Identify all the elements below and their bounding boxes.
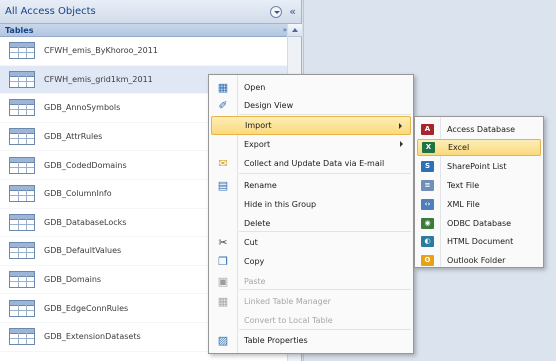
menu-item-delete[interactable]: Delete — [211, 214, 411, 233]
submenu-item-outlook-folder[interactable]: O Outlook Folder — [417, 252, 541, 269]
design-view-icon: ✐ — [218, 98, 228, 112]
nav-item-label: GDB_Domains — [44, 275, 102, 285]
submenu-item-excel[interactable]: X Excel — [417, 139, 541, 156]
menu-item-import[interactable]: Import — [211, 116, 411, 135]
table-properties-icon: ▨ — [217, 333, 229, 347]
excel-icon: X — [422, 142, 435, 153]
menu-item-design-view[interactable]: ✐ Design View — [211, 96, 411, 115]
nav-pane-menu-dropdown-icon[interactable] — [270, 5, 283, 18]
table-icon — [9, 213, 35, 231]
scroll-up-arrow-icon[interactable] — [288, 24, 302, 37]
rename-icon: ▤ — [217, 178, 229, 192]
table-icon — [9, 70, 35, 88]
menu-item-label: Copy — [244, 257, 265, 266]
table-icon — [9, 128, 35, 146]
menu-item-label: Table Properties — [244, 336, 308, 345]
submenu-item-text-file[interactable]: ≡ Text File — [417, 177, 541, 194]
submenu-item-label: SharePoint List — [447, 162, 507, 171]
submenu-item-label: Access Database — [447, 125, 516, 134]
outlook-folder-icon: O — [421, 255, 434, 266]
menu-item-label: Open — [244, 83, 266, 92]
scissors-icon: ✂ — [218, 235, 228, 249]
group-header-tables[interactable]: Tables » — [0, 24, 301, 37]
access-database-icon: A — [421, 124, 434, 135]
nav-item-label: GDB_DefaultValues — [44, 246, 122, 256]
nav-pane-title: All Access Objects — [5, 6, 96, 17]
menu-item-paste: ▣ Paste — [211, 272, 411, 291]
context-menu: ▦ Open ✐ Design View Import Export ✉ Collect an… — [208, 74, 414, 354]
menu-item-export[interactable]: Export — [211, 135, 411, 154]
menu-item-open[interactable]: ▦ Open — [211, 78, 411, 97]
menu-item-table-properties[interactable]: ▨ Table Properties — [211, 331, 411, 350]
table-icon — [9, 99, 35, 117]
menu-item-label: Design View — [244, 101, 294, 110]
nav-item-label: CFWH_emis_ByKhoroo_2011 — [44, 46, 158, 56]
text-file-icon: ≡ — [421, 180, 434, 191]
group-title: Tables — [5, 25, 34, 35]
menu-item-label: Collect and Update Data via E-mail — [244, 159, 385, 168]
menu-item-label: Cut — [244, 238, 258, 247]
submenu-item-label: HTML Document — [447, 237, 514, 246]
import-submenu: A Access Database X Excel S SharePoint List ≡ T… — [414, 116, 544, 268]
nav-item-label: GDB_ExtensionDatasets — [44, 332, 141, 342]
table-icon — [9, 299, 35, 317]
table-icon — [9, 242, 35, 260]
submenu-arrow-icon — [400, 141, 403, 147]
nav-item-label: GDB_CodedDomains — [44, 160, 127, 170]
nav-item-label: GDB_AnnoSymbols — [44, 103, 121, 113]
email-collect-icon: ✉ — [218, 156, 228, 170]
submenu-item-label: ODBC Database — [447, 219, 512, 228]
submenu-item-label: Excel — [448, 143, 470, 152]
menu-item-collect-update-email[interactable]: ✉ Collect and Update Data via E-mail — [211, 154, 411, 173]
copy-icon: ❐ — [218, 254, 228, 268]
table-icon — [9, 42, 35, 60]
submenu-item-label: Outlook Folder — [447, 256, 506, 265]
html-document-icon: ◐ — [421, 236, 434, 247]
nav-item-label: GDB_DatabaseLocks — [44, 217, 127, 227]
menu-item-linked-table-manager: ▦ Linked Table Manager — [211, 292, 411, 311]
sharepoint-list-icon: S — [421, 161, 434, 172]
nav-item-label: GDB_ColumnInfo — [44, 189, 112, 199]
menu-item-copy[interactable]: ❐ Copy — [211, 252, 411, 271]
submenu-item-xml-file[interactable]: ‹› XML File — [417, 196, 541, 213]
table-icon — [9, 156, 35, 174]
submenu-arrow-icon — [399, 123, 402, 129]
nav-item-table[interactable]: CFWH_emis_ByKhoroo_2011 — [0, 37, 287, 66]
nav-item-label: GDB_AttrRules — [44, 132, 103, 142]
xml-file-icon: ‹› — [421, 199, 434, 210]
submenu-item-access-database[interactable]: A Access Database — [417, 121, 541, 138]
menu-separator — [239, 173, 411, 174]
menu-item-label: Import — [245, 121, 272, 130]
menu-item-label: Rename — [244, 181, 277, 190]
menu-item-label: Delete — [244, 219, 271, 228]
table-icon — [9, 271, 35, 289]
menu-item-label: Convert to Local Table — [244, 316, 333, 325]
table-icon — [9, 185, 35, 203]
table-icon — [9, 328, 35, 346]
shutter-bar-collapse-icon[interactable]: « — [289, 6, 296, 17]
open-icon: ▦ — [217, 80, 229, 94]
odbc-database-icon: ◉ — [421, 218, 434, 229]
menu-item-label: Linked Table Manager — [244, 297, 331, 306]
submenu-item-sharepoint-list[interactable]: S SharePoint List — [417, 158, 541, 175]
submenu-item-label: XML File — [447, 200, 480, 209]
nav-item-label: CFWH_emis_grid1km_2011 — [44, 74, 153, 84]
menu-item-label: Paste — [244, 277, 266, 286]
linked-table-manager-icon: ▦ — [217, 294, 229, 308]
menu-item-label: Hide in this Group — [244, 200, 317, 209]
menu-item-label: Export — [244, 140, 271, 149]
menu-item-hide-in-group[interactable]: Hide in this Group — [211, 195, 411, 214]
submenu-item-label: Text File — [447, 181, 480, 190]
menu-item-convert-to-local-table: Convert to Local Table — [211, 311, 411, 330]
nav-pane-header[interactable]: All Access Objects « — [0, 0, 301, 24]
submenu-item-odbc-database[interactable]: ◉ ODBC Database — [417, 215, 541, 232]
menu-item-cut[interactable]: ✂ Cut — [211, 233, 411, 252]
nav-item-label: GDB_EdgeConnRules — [44, 303, 129, 313]
submenu-item-html-document[interactable]: ◐ HTML Document — [417, 233, 541, 250]
menu-item-rename[interactable]: ▤ Rename — [211, 176, 411, 195]
paste-icon: ▣ — [217, 274, 229, 288]
